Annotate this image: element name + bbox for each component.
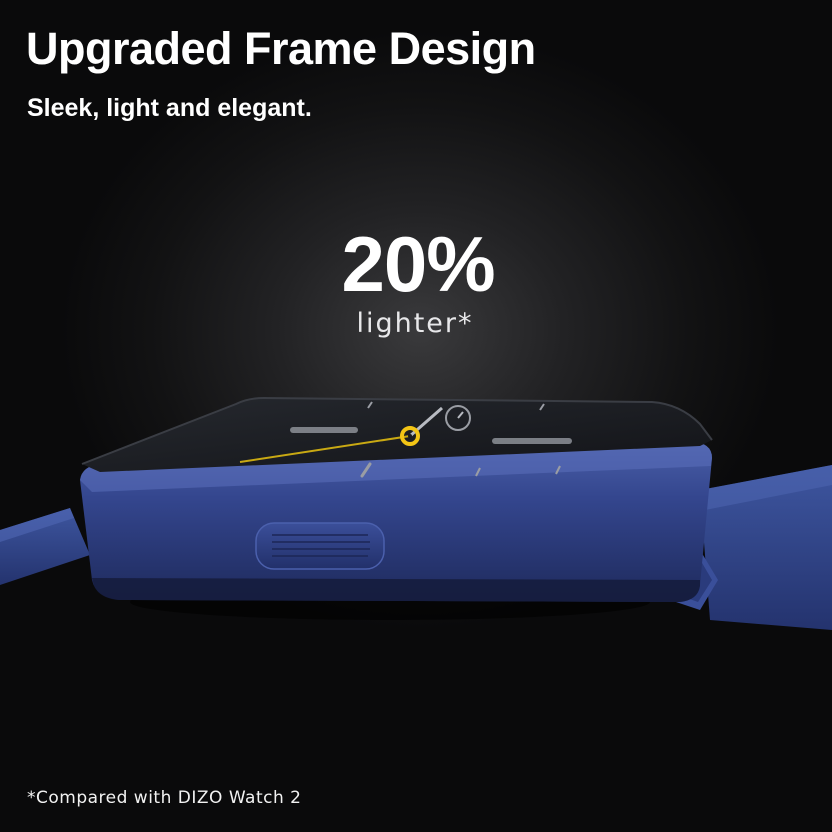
smartwatch-illustration bbox=[0, 396, 832, 630]
weight-stat-value: 20% bbox=[341, 220, 495, 308]
left-strap bbox=[0, 508, 90, 585]
weight-stat-caption: lighter* bbox=[356, 308, 474, 339]
side-button[interactable] bbox=[255, 522, 385, 570]
footnote: *Compared with DIZO Watch 2 bbox=[27, 788, 302, 808]
product-banner: Upgraded Frame Design Sleek, light and e… bbox=[0, 0, 832, 832]
headline: Upgraded Frame Design bbox=[26, 23, 536, 74]
subheadline: Sleek, light and elegant. bbox=[27, 94, 312, 122]
